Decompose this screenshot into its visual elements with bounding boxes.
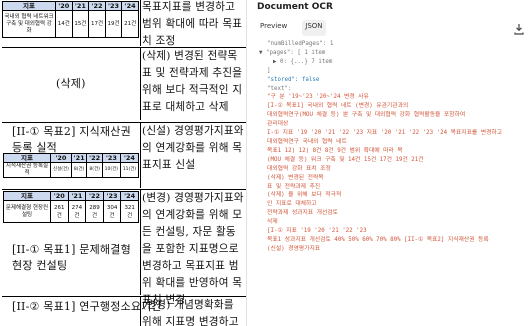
json-line: ] <box>267 67 271 74</box>
indicator-title: [II-① 목표2] 지식재산권 등록 실적 <box>12 125 131 154</box>
year-header: '21 <box>70 153 88 163</box>
table-cell: 15건 <box>71 10 90 38</box>
table-row-label: 국내외 협력 네트워크 구축 및 대외협력 강화 <box>2 10 56 38</box>
json-line[interactable]: ▶ 0: {...} 7 item <box>259 58 527 67</box>
table-header-cell: 지표 <box>2 1 56 11</box>
change-reason: 목표지표를 변경하고 범위 확대에 따라 목표치 조정 <box>142 1 243 47</box>
table-cell: 304건 <box>102 200 122 223</box>
table-cell: 321건 <box>120 200 139 223</box>
json-line: "numBilledPages": 1 <box>267 41 334 47</box>
doc-row-admin: [II-② 목표1] 연구행정소요기간 (변경) 개념명확화를 위해 지표명 변… <box>2 297 246 326</box>
year-header: '21 <box>71 1 90 11</box>
ocr-text-block: "구 분 '19~'23 '20~'24 변경 사유 [I-① 목표1] 국내외 … <box>259 93 527 253</box>
year-header: '24 <box>121 1 139 11</box>
ip-target-table: 지표 '20 '21 '22 '23 '24 지적재산권 등록실적 신설(건) … <box>3 153 140 178</box>
tab-json[interactable]: JSON <box>302 20 326 36</box>
year-header: '24 <box>120 191 139 201</box>
ocr-text-line: (신설) 경영평가지표 <box>267 245 321 252</box>
year-header: '23 <box>101 153 121 163</box>
ocr-text-line: (삭제) 을 위해 보다 적극적 <box>267 192 342 199</box>
year-header: '22 <box>88 1 106 11</box>
view-tabs: Preview JSON <box>257 20 326 36</box>
ocr-text-line: [I-① 목표1] 국내외 협력 네트 (변경) 유관기관과의 <box>267 103 409 110</box>
collapse-toggle-icon[interactable]: ▶ <box>273 59 280 65</box>
doc-left-cell: (삭제) <box>2 48 141 120</box>
ocr-text-line: (삭제) 변경된 전략목 <box>267 174 324 181</box>
json-line: "stored": false <box>267 76 320 83</box>
ocr-text-line: 삭제 <box>267 219 278 226</box>
table-cell: 신설(건) <box>50 162 72 178</box>
ocr-text-line: 대외협력연구(MOU 체결 등) 뿐 구축 및 대외협력 강화 협력활동을 포함… <box>267 112 466 119</box>
table-header-cell: 지표 <box>3 191 51 201</box>
table-cell: 8(건) <box>70 162 88 178</box>
year-header: '23 <box>104 1 123 11</box>
ocr-text-line: 표 및 전략과제 추진 <box>267 183 321 190</box>
doc-row-deleted: (삭제) (삭제) 변경된 전략목표 및 전략과제 추진을 위해 보다 적극적인… <box>2 48 246 120</box>
table-cell: 289건 <box>85 200 104 223</box>
ocr-text-line: 대외협력 강화 표치 조정 <box>267 165 331 172</box>
doc-left-cell: 지표 '20 '21 '22 '23 '24 국내외 협력 네트워크 구축 및 … <box>2 0 141 46</box>
year-header: '20 <box>50 191 69 201</box>
table-cell: 10(건) <box>101 162 121 178</box>
table-cell: 21건 <box>121 10 139 38</box>
doc-row-consulting: 지표 '20 '21 '22 '23 '24 문제해결형 현장컨설팅 261건 … <box>2 190 246 306</box>
doc-row-network: 지표 '20 '21 '22 '23 '24 국내외 협력 네트워크 구축 및 … <box>2 0 246 47</box>
indicator-title: [II-② 목표1] 연구행정소요기간 <box>12 300 162 313</box>
doc-left-cell: [II-② 목표1] 연구행정소요기간 <box>2 297 162 326</box>
table-cell: 17건 <box>88 10 106 38</box>
table-row-label: 문제해결형 현장컨설팅 <box>3 200 51 223</box>
ocr-text-line: 관리대상 <box>267 121 289 128</box>
network-target-table: 지표 '20 '21 '22 '23 '24 국내외 협력 네트워크 구축 및 … <box>2 1 139 38</box>
ocr-text-line: [I-① 지표 '19 '20 '21 '22 '23 <box>267 228 367 235</box>
table-row-label: 지적재산권 등록실적 <box>3 162 51 178</box>
deleted-label: (삭제) <box>56 77 86 90</box>
tab-preview[interactable]: Preview <box>257 20 290 36</box>
change-reason: (삭제) 변경된 전략목표 및 전략과제 추진을 위해 보다 적극적인 지표로 … <box>142 50 243 113</box>
year-header: '23 <box>102 191 122 201</box>
table-cell: 274건 <box>67 200 87 223</box>
year-header: '22 <box>86 153 103 163</box>
ocr-text-line: (MOU 체결 등) 워크 구축 및 14건 15건 17건 19건 21건 <box>267 156 424 163</box>
ocr-text-line: 목표1 12) 12) 8건 8건 9건 범위 확대에 따라 목 <box>267 147 403 154</box>
ocr-text-line: I-① 지표 '19 '20 '21 '22 '23 지표 '20 '21 '2… <box>267 130 503 137</box>
table-cell: 19건 <box>104 10 123 38</box>
year-header: '22 <box>85 191 104 201</box>
document-page: 지표 '20 '21 '22 '23 '24 국내외 협력 네트워크 구축 및 … <box>0 0 246 326</box>
panel-title: Document OCR <box>257 2 333 12</box>
doc-row-ip: [II-① 목표2] 지식재산권 등록 실적 지표 '20 '21 '22 '2… <box>2 123 246 188</box>
doc-left-cell: [II-① 목표2] 지식재산권 등록 실적 지표 '20 '21 '22 '2… <box>2 123 141 188</box>
consulting-target-table: 지표 '20 '21 '22 '23 '24 문제해결형 현장컨설팅 261건 … <box>3 191 139 223</box>
ocr-text-line: 대외협력연구 국내외 협력 네트 <box>267 138 347 145</box>
expand-toggle-icon[interactable]: ▼ <box>259 50 266 56</box>
change-reason: (변경) 경영평가지표와의 연계강화를 위해 모든 컨설팅, 자문 활동을 포함… <box>142 192 244 306</box>
ocr-panel: Document OCR Preview JSON "numBilledPage… <box>246 0 530 326</box>
json-line[interactable]: ▼ "pages": [ 1 item <box>259 49 527 58</box>
download-icon[interactable] <box>513 20 525 35</box>
ocr-text-line: 인 지표로 대체하고 <box>267 201 317 208</box>
change-reason: (변경) 개념명확화를 위해 지표명 변경하고 <box>142 299 239 326</box>
json-line: "text": <box>267 85 292 92</box>
year-header: '21 <box>67 191 87 201</box>
json-viewer[interactable]: "numBilledPages": 1 ▼ "pages": [ 1 item … <box>259 40 527 326</box>
table-cell: 8(건) <box>86 162 103 178</box>
table-cell: 261건 <box>50 200 69 223</box>
year-header: '20 <box>55 1 73 11</box>
indicator-title: [II-① 목표1] 문제해결형 현장 컨설팅 <box>12 243 131 272</box>
table-header-cell: 지표 <box>3 153 51 163</box>
year-header: '20 <box>50 153 72 163</box>
table-cell: 14건 <box>55 10 73 38</box>
table-cell: 11(건) <box>119 162 140 178</box>
ocr-text-line: 전략과제 성과지표 개선검토 <box>267 210 338 217</box>
ocr-text-line: 목표1 성과지표 개선검토 40% 50% 60% 70% 80% [II-① … <box>267 236 489 243</box>
change-reason: (신설) 경영평가지표와의 연계강화를 위해 목표지표 신설 <box>142 125 244 171</box>
year-header: '24 <box>119 153 140 163</box>
ocr-text-line: "구 분 '19~'23 '20~'24 변경 사유 <box>267 94 369 101</box>
doc-left-cell: 지표 '20 '21 '22 '23 '24 문제해결형 현장컨설팅 261건 … <box>2 190 141 295</box>
